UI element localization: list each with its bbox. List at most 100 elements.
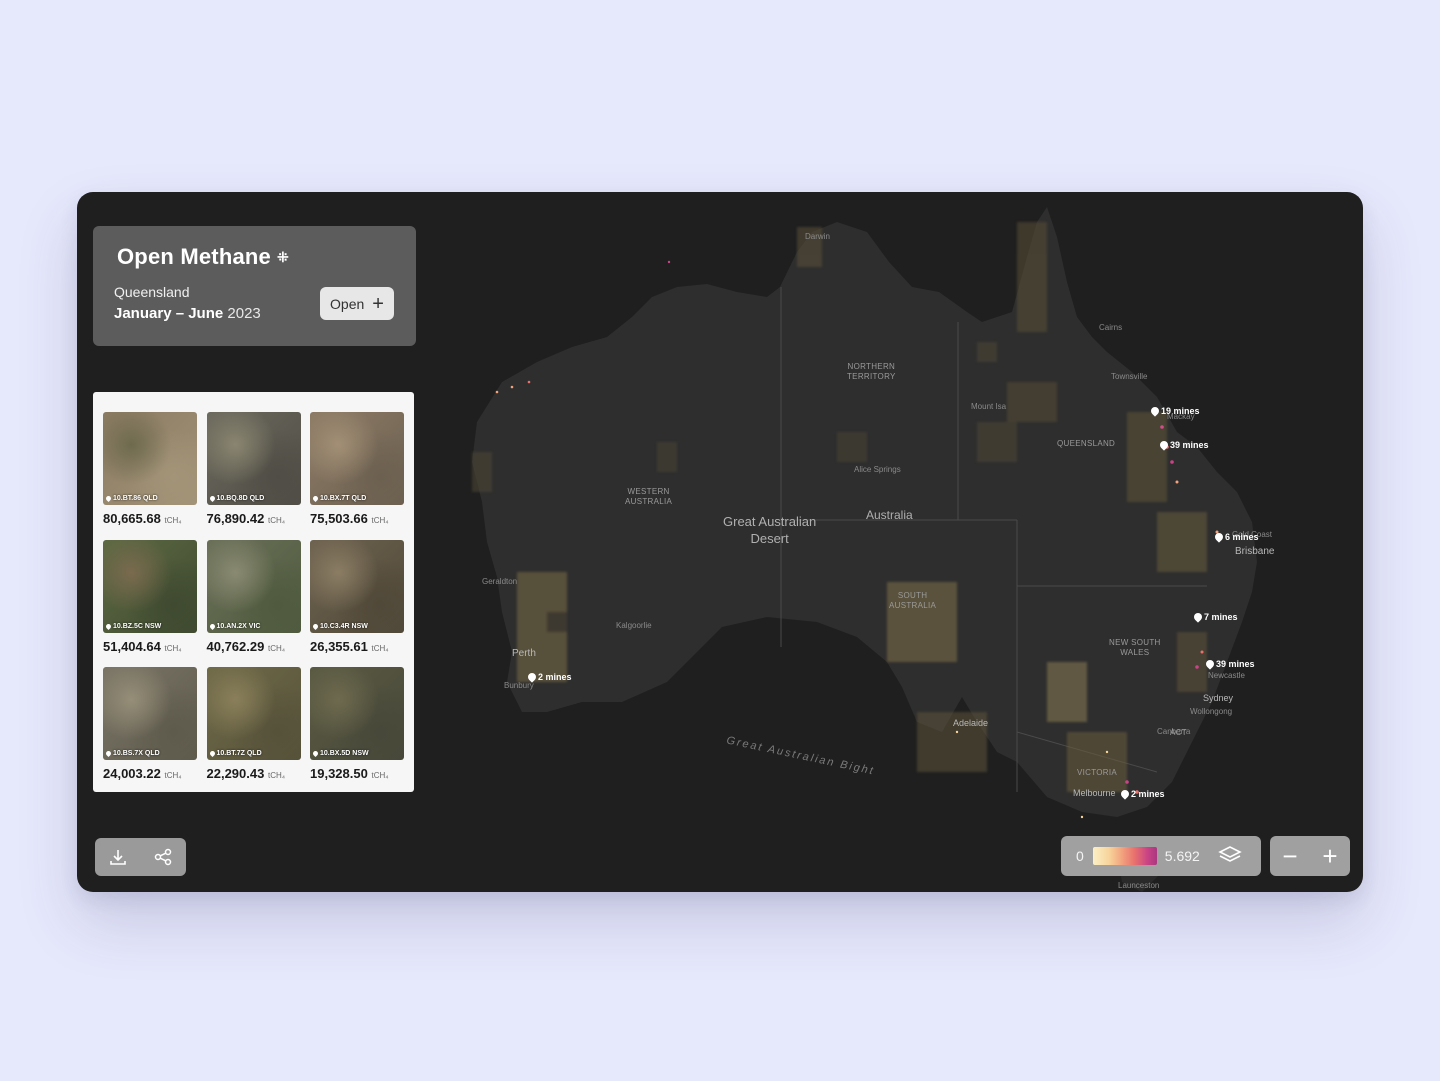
layers-button[interactable] <box>1218 844 1242 869</box>
site-grid: 10.BT.86 QLD 80,665.68 tCH₄ 10.BQ.8D QLD 76… <box>93 392 414 792</box>
mine-cluster-marker[interactable]: 6 mines <box>1213 531 1259 543</box>
label-great-australian-desert: Great Australian Desert <box>723 514 817 546</box>
location-pin-icon <box>311 494 320 503</box>
site-card[interactable]: 10.BT.7Z QLD 22,290.43 tCH₄ <box>206 667 301 781</box>
city-newcastle: Newcastle <box>1208 671 1245 680</box>
city-melbourne: Melbourne <box>1073 788 1116 798</box>
site-card[interactable]: 10.BZ.5C NSW 51,404.64 tCH₄ <box>103 539 197 654</box>
city-wollongong: Wollongong <box>1190 707 1233 716</box>
satellite-thumbnail: 10.BZ.5C NSW <box>103 539 197 633</box>
open-button-label: Open <box>330 295 365 312</box>
zoom-in-button[interactable]: + <box>1315 843 1345 869</box>
region-queensland: QUEENSLAND <box>1057 439 1116 448</box>
location-pin-icon <box>208 749 216 758</box>
mine-cluster-marker[interactable]: 7 mines <box>1192 611 1238 623</box>
city-alice-springs: Alice Springs <box>854 465 901 474</box>
satellite-thumbnail: 10.C3.4R NSW <box>310 539 404 633</box>
site-card[interactable]: 10.BT.86 QLD 80,665.68 tCH₄ <box>103 412 197 526</box>
mine-cluster-marker[interactable]: 19 mines <box>1149 405 1200 417</box>
site-emission-value: 75,503.66 tCH₄ <box>310 511 404 526</box>
export-toolbar <box>95 838 186 876</box>
site-emission-value: 26,355.61 tCH₄ <box>310 639 404 654</box>
emission-number: 76,890.42 <box>206 511 265 526</box>
site-card[interactable]: 10.BX.7T QLD 75,503.66 tCH₄ <box>310 412 404 526</box>
emission-unit: tCH₄ <box>267 643 286 653</box>
emission-number: 19,328.50 <box>310 766 368 781</box>
site-id-tag: 10.BT.7Z QLD <box>208 749 262 758</box>
city-geraldton: Geraldton <box>482 577 518 586</box>
plus-icon: + <box>372 292 384 315</box>
site-id: 10.C3.4R NSW <box>320 622 368 630</box>
satellite-thumbnail: 10.BX.7T QLD <box>310 412 404 505</box>
download-button[interactable] <box>105 844 131 870</box>
site-id-tag: 10.BZ.5C NSW <box>104 622 161 630</box>
open-button[interactable]: Open + <box>320 287 394 320</box>
map-pin-icon <box>1158 439 1170 451</box>
site-card[interactable]: 10.C3.4R NSW 26,355.61 tCH₄ <box>310 539 404 654</box>
site-card[interactable]: 10.BS.7X QLD 24,003.22 tCH₄ <box>103 667 197 781</box>
site-card[interactable]: 10.AN.2X VIC 40,762.29 tCH₄ <box>206 539 301 654</box>
map-pin-icon <box>1119 788 1131 800</box>
region-act: ACT <box>1170 728 1187 737</box>
satellite-thumbnail: 10.BX.5D NSW <box>310 667 404 760</box>
site-id-tag: 10.BT.86 QLD <box>104 494 158 503</box>
app-window: Darwin Cairns Townsville Mackay Mount Is… <box>77 192 1363 892</box>
city-bunbury: Bunbury <box>504 681 534 690</box>
date-range-year: 2023 <box>227 305 261 322</box>
site-card[interactable]: 10.BX.5D NSW 19,328.50 tCH₄ <box>310 667 404 781</box>
site-emission-value: 19,328.50 tCH₄ <box>310 766 404 781</box>
emission-number: 26,355.61 <box>310 638 368 654</box>
map-pin-icon <box>1213 531 1225 543</box>
region-name: Queensland <box>114 284 190 300</box>
city-sydney: Sydney <box>1203 693 1234 703</box>
emission-unit: tCH₄ <box>267 771 286 780</box>
site-id: 10.AN.2X VIC <box>216 622 261 630</box>
site-emission-value: 80,665.68 tCH₄ <box>103 511 197 526</box>
legend-color-scale <box>1092 847 1157 865</box>
share-icon <box>155 848 172 866</box>
legend-max: 5.692 <box>1164 848 1200 864</box>
satellite-thumbnail: 10.BT.7Z QLD <box>206 667 301 760</box>
location-pin-icon <box>311 622 320 630</box>
location-pin-icon <box>104 749 113 758</box>
site-id-tag: 10.BQ.8D QLD <box>208 494 265 503</box>
mine-cluster-marker[interactable]: 2 mines <box>1119 788 1165 800</box>
site-emission-value: 22,290.43 tCH₄ <box>207 766 301 781</box>
satellite-thumbnail: 10.BS.7X QLD <box>103 667 197 760</box>
city-mount-isa: Mount Isa <box>971 402 1007 411</box>
share-button[interactable] <box>150 844 176 870</box>
emission-unit: tCH₄ <box>164 516 182 525</box>
site-card[interactable]: 10.BQ.8D QLD 76,890.42 tCH₄ <box>206 412 301 526</box>
zoom-out-button[interactable]: − <box>1275 843 1305 869</box>
emission-unit: tCH₄ <box>371 643 389 653</box>
city-kalgoorlie: Kalgoorlie <box>616 621 652 630</box>
site-emission-value: 24,003.22 tCH₄ <box>103 766 197 781</box>
location-pin-icon <box>104 622 113 630</box>
site-id-tag: 10.BS.7X QLD <box>104 749 160 758</box>
mine-cluster-marker[interactable]: 39 mines <box>1204 658 1255 670</box>
label-australia: Australia <box>866 508 913 522</box>
mine-cluster-marker[interactable]: 39 mines <box>1158 439 1209 451</box>
location-pin-icon <box>104 494 113 503</box>
site-id: 10.BQ.8D QLD <box>216 495 265 502</box>
city-cairns: Cairns <box>1099 323 1123 332</box>
location-pin-icon <box>311 749 320 758</box>
city-adelaide: Adelaide <box>953 718 989 728</box>
mine-cluster-marker[interactable]: 2 mines <box>526 671 572 683</box>
site-id-tag: 10.BX.5D NSW <box>311 749 369 758</box>
app-logo: Open Methane ⁜ <box>117 244 289 270</box>
site-id-tag: 10.C3.4R NSW <box>311 622 368 630</box>
date-range-months: January – June <box>114 305 224 322</box>
region-new-south-wales: NEW SOUTH WALES <box>1109 638 1161 657</box>
emission-number: 40,762.29 <box>206 638 265 654</box>
satellite-thumbnail: 10.BT.86 QLD <box>103 412 197 505</box>
city-townsville: Townsville <box>1111 372 1148 381</box>
download-icon <box>109 850 126 865</box>
satellite-thumbnail: 10.AN.2X VIC <box>206 539 301 633</box>
map-pin-icon <box>526 671 538 683</box>
location-pin-icon <box>208 494 216 503</box>
site-id-tag: 10.BX.7T QLD <box>311 494 366 503</box>
site-emission-value: 76,890.42 tCH₄ <box>207 511 301 526</box>
region-northern-territory: NORTHERN TERRITORY <box>847 362 896 381</box>
site-id-tag: 10.AN.2X VIC <box>208 622 261 630</box>
